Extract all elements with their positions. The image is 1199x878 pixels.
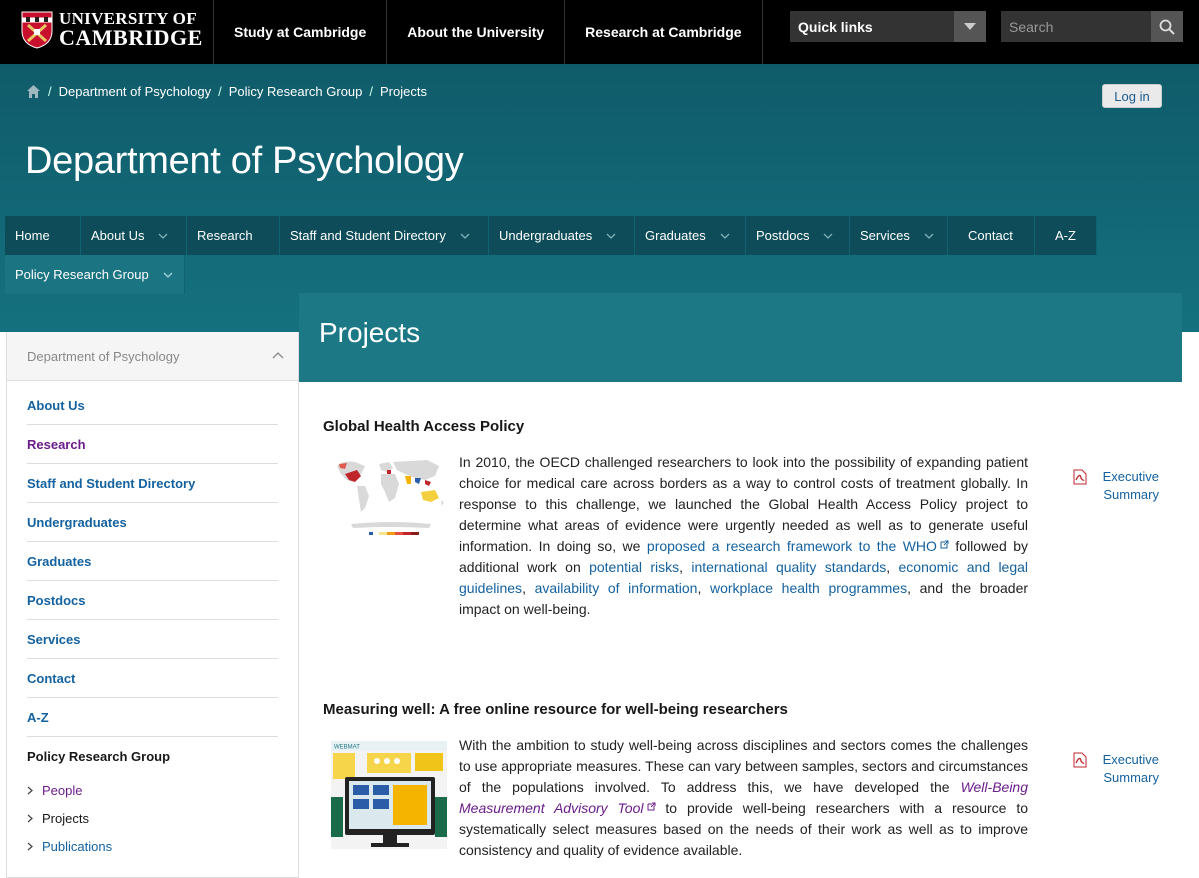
chevron-up-icon[interactable]	[272, 351, 284, 359]
sidebar-item-services[interactable]: Services	[27, 620, 278, 659]
link-workplace-health[interactable]: workplace health programmes	[710, 580, 907, 596]
svg-text:WEBMAT: WEBMAT	[334, 745, 360, 751]
nav-a-z[interactable]: A-Z	[1035, 216, 1097, 255]
search-button[interactable]	[1151, 11, 1183, 42]
sidebar-item-research[interactable]: Research	[27, 425, 278, 464]
sidebar-subitem-label: Projects	[42, 810, 89, 826]
home-icon[interactable]	[26, 84, 41, 99]
top-navigation: Study at Cambridge About the University …	[213, 0, 763, 64]
nav-label: Research	[197, 228, 253, 243]
nav-graduates[interactable]: Graduates	[635, 216, 746, 255]
executive-summary-label: Executive Summary	[1102, 752, 1159, 785]
page-title: Projects	[319, 317, 421, 348]
sidebar-item-policy-research-group[interactable]: Policy Research Group	[27, 737, 278, 776]
main-navigation: Home About Us Research Staff and Student…	[5, 216, 1097, 294]
logo-line-2: CAMBRIDGE	[59, 24, 203, 50]
nav-about-us[interactable]: About Us	[81, 216, 187, 255]
nav-staff-directory[interactable]: Staff and Student Directory	[280, 216, 489, 255]
cambridge-crest-icon	[21, 11, 53, 49]
webmat-thumbnail[interactable]: WEBMAT	[331, 741, 447, 849]
topnav-research[interactable]: Research at Cambridge	[564, 0, 763, 64]
sidebar-item-contact[interactable]: Contact	[27, 659, 278, 698]
chevron-down-icon[interactable]	[823, 231, 833, 241]
nav-label: Home	[15, 228, 50, 243]
search-input[interactable]	[1001, 11, 1151, 42]
pdf-icon	[1073, 752, 1087, 768]
external-link-icon	[647, 802, 655, 811]
department-banner: / Department of Psychology / Policy Rese…	[0, 64, 1199, 332]
sidebar-subitem-projects[interactable]: Projects	[27, 804, 278, 832]
nav-contact[interactable]: Contact	[948, 216, 1035, 255]
chevron-down-icon[interactable]	[460, 231, 470, 241]
sidebar-item-undergraduates[interactable]: Undergraduates	[27, 503, 278, 542]
sidebar-subitem-publications[interactable]: Publications	[27, 832, 278, 860]
nav-label: Undergraduates	[499, 228, 593, 243]
link-availability-info[interactable]: availability of information	[535, 580, 698, 596]
breadcrumb-projects: Projects	[380, 84, 427, 99]
sidebar-subitem-label: Publications	[42, 838, 113, 854]
department-title[interactable]: Department of Psychology	[25, 140, 464, 183]
executive-summary-label: Executive Summary	[1102, 469, 1159, 502]
nav-label: About Us	[91, 228, 145, 243]
sidebar-item-about-us[interactable]: About Us	[27, 386, 278, 425]
project-description: With the ambition to study well-being ac…	[459, 737, 1029, 858]
breadcrumb-department[interactable]: Department of Psychology	[59, 84, 211, 99]
executive-summary-link[interactable]: Executive Summary	[1073, 751, 1163, 787]
nav-label: Graduates	[645, 228, 706, 243]
sidebar-subitem-label: People	[42, 782, 83, 798]
page-title-bar: Projects	[299, 293, 1182, 382]
sidebar-subitem-people[interactable]: People	[27, 776, 278, 804]
sidebar-item-a-z[interactable]: A-Z	[27, 698, 278, 737]
sidebar-item-staff-directory[interactable]: Staff and Student Directory	[27, 464, 278, 503]
sidebar-item-postdocs[interactable]: Postdocs	[27, 581, 278, 620]
executive-summary-link[interactable]: Executive Summary	[1073, 468, 1163, 504]
nav-label: Contact	[968, 228, 1013, 243]
nav-label: A-Z	[1055, 228, 1076, 243]
sidebar: Department of Psychology About Us Resear…	[6, 332, 299, 878]
chevron-down-icon[interactable]	[606, 231, 616, 241]
nav-label: Staff and Student Directory	[290, 228, 446, 243]
world-map-thumbnail[interactable]	[331, 452, 447, 562]
search-box	[1001, 11, 1183, 42]
sidebar-heading-label: Department of Psychology	[27, 348, 180, 364]
login-button[interactable]: Log in	[1102, 84, 1162, 108]
breadcrumb: / Department of Psychology / Policy Rese…	[26, 84, 427, 99]
topnav-about[interactable]: About the University	[386, 0, 564, 64]
chevron-right-icon	[27, 814, 33, 822]
external-link-icon	[940, 540, 949, 549]
nav-undergraduates[interactable]: Undergraduates	[489, 216, 635, 255]
university-logo[interactable]: UNIVERSITY OF CAMBRIDGE	[21, 10, 203, 50]
project-title: Global Health Access Policy	[323, 418, 525, 435]
breadcrumb-policy-group[interactable]: Policy Research Group	[229, 84, 363, 99]
search-icon	[1159, 19, 1175, 35]
nav-services[interactable]: Services	[850, 216, 948, 255]
chevron-down-icon[interactable]	[720, 231, 730, 241]
project-title: Measuring well: A free online resource f…	[323, 701, 788, 718]
nav-label: Policy Research Group	[15, 267, 149, 282]
topnav-study[interactable]: Study at Cambridge	[213, 0, 386, 64]
pdf-icon	[1073, 469, 1087, 485]
link-potential-risks[interactable]: potential risks	[589, 559, 679, 575]
nav-policy-research-group[interactable]: Policy Research Group	[5, 255, 185, 294]
nav-research[interactable]: Research	[187, 216, 280, 255]
sidebar-heading[interactable]: Department of Psychology	[7, 332, 298, 381]
chevron-right-icon	[27, 786, 33, 794]
quick-links-select[interactable]: Quick links	[790, 11, 986, 42]
link-research-framework[interactable]: proposed a research framework to the WHO	[647, 538, 937, 554]
nav-label: Services	[860, 228, 910, 243]
nav-postdocs[interactable]: Postdocs	[746, 216, 850, 255]
nav-label: Postdocs	[756, 228, 810, 243]
nav-home[interactable]: Home	[5, 216, 81, 255]
sidebar-item-graduates[interactable]: Graduates	[27, 542, 278, 581]
quick-links-label: Quick links	[798, 18, 873, 35]
project-description: In 2010, the OECD challenged researchers…	[459, 454, 1029, 617]
chevron-down-icon[interactable]	[924, 231, 934, 241]
top-header: UNIVERSITY OF CAMBRIDGE Study at Cambrid…	[0, 0, 1199, 64]
chevron-down-icon[interactable]	[158, 231, 168, 241]
chevron-down-icon[interactable]	[954, 11, 986, 42]
chevron-right-icon	[27, 842, 33, 850]
chevron-down-icon[interactable]	[163, 270, 173, 280]
link-quality-standards[interactable]: international quality standards	[691, 559, 886, 575]
